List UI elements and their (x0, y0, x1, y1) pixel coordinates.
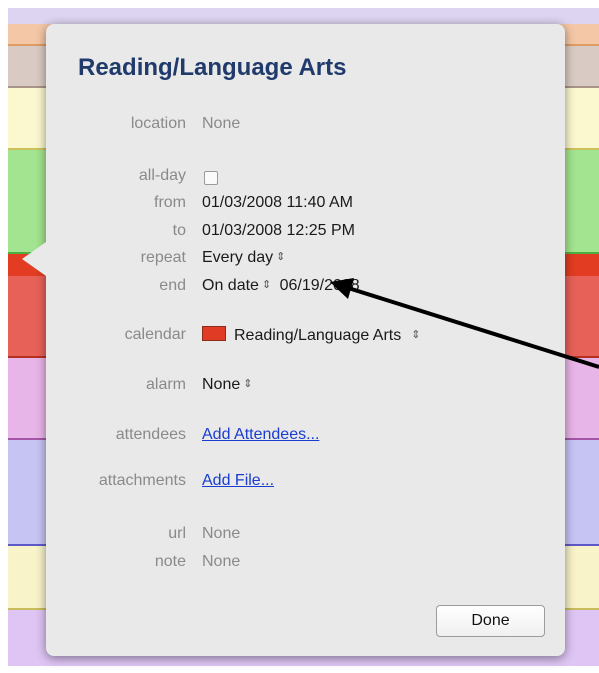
end-value: On date (202, 277, 259, 294)
calendar-event-band (8, 8, 599, 24)
alarm-stepper-icon[interactable]: ⇕ (243, 378, 252, 390)
repeat-label: repeat (140, 249, 186, 266)
calendar-select[interactable]: Reading/Language Arts ⇕ (202, 326, 420, 345)
all-day-label: all-day (138, 167, 186, 184)
location-label: location (130, 115, 186, 132)
all-day-checkbox[interactable] (204, 171, 218, 185)
end-select[interactable]: On date ⇕ 06/19/2008 (202, 277, 360, 295)
popover-pointer (22, 242, 46, 276)
url-field[interactable]: None (202, 525, 240, 543)
repeat-select[interactable]: Every day ⇕ (202, 249, 285, 267)
repeat-value: Every day (202, 249, 274, 266)
url-label: url (168, 525, 186, 542)
event-title[interactable]: Reading/Language Arts (78, 54, 346, 82)
calendar-value: Reading/Language Arts (234, 327, 402, 344)
calendar-label: calendar (124, 326, 186, 343)
attendees-label: attendees (115, 426, 186, 443)
alarm-select[interactable]: None ⇕ (202, 376, 252, 394)
done-button[interactable]: Done (436, 605, 545, 637)
location-field[interactable]: None (202, 115, 240, 133)
to-label: to (172, 222, 186, 239)
from-label: from (154, 194, 186, 211)
alarm-label: alarm (145, 376, 186, 393)
alarm-value: None (202, 376, 241, 393)
note-label: note (154, 553, 186, 570)
calendar-color-swatch (202, 326, 226, 341)
from-datetime-field[interactable]: 01/03/2008 11:40 AM (202, 194, 353, 212)
end-stepper-icon[interactable]: ⇕ (262, 279, 271, 291)
note-field[interactable]: None (202, 553, 240, 571)
add-file-link[interactable]: Add File... (202, 472, 274, 489)
add-attendees-link[interactable]: Add Attendees... (202, 426, 319, 443)
end-date-field[interactable]: 06/19/2008 (280, 277, 360, 294)
repeat-stepper-icon[interactable]: ⇕ (276, 251, 285, 263)
attachments-label: attachments (98, 472, 186, 489)
event-info-popover: Reading/Language Arts location None all-… (22, 24, 565, 656)
calendar-stepper-icon[interactable]: ⇕ (411, 329, 420, 341)
end-label: end (159, 277, 186, 294)
to-datetime-field[interactable]: 01/03/2008 12:25 PM (202, 222, 355, 240)
